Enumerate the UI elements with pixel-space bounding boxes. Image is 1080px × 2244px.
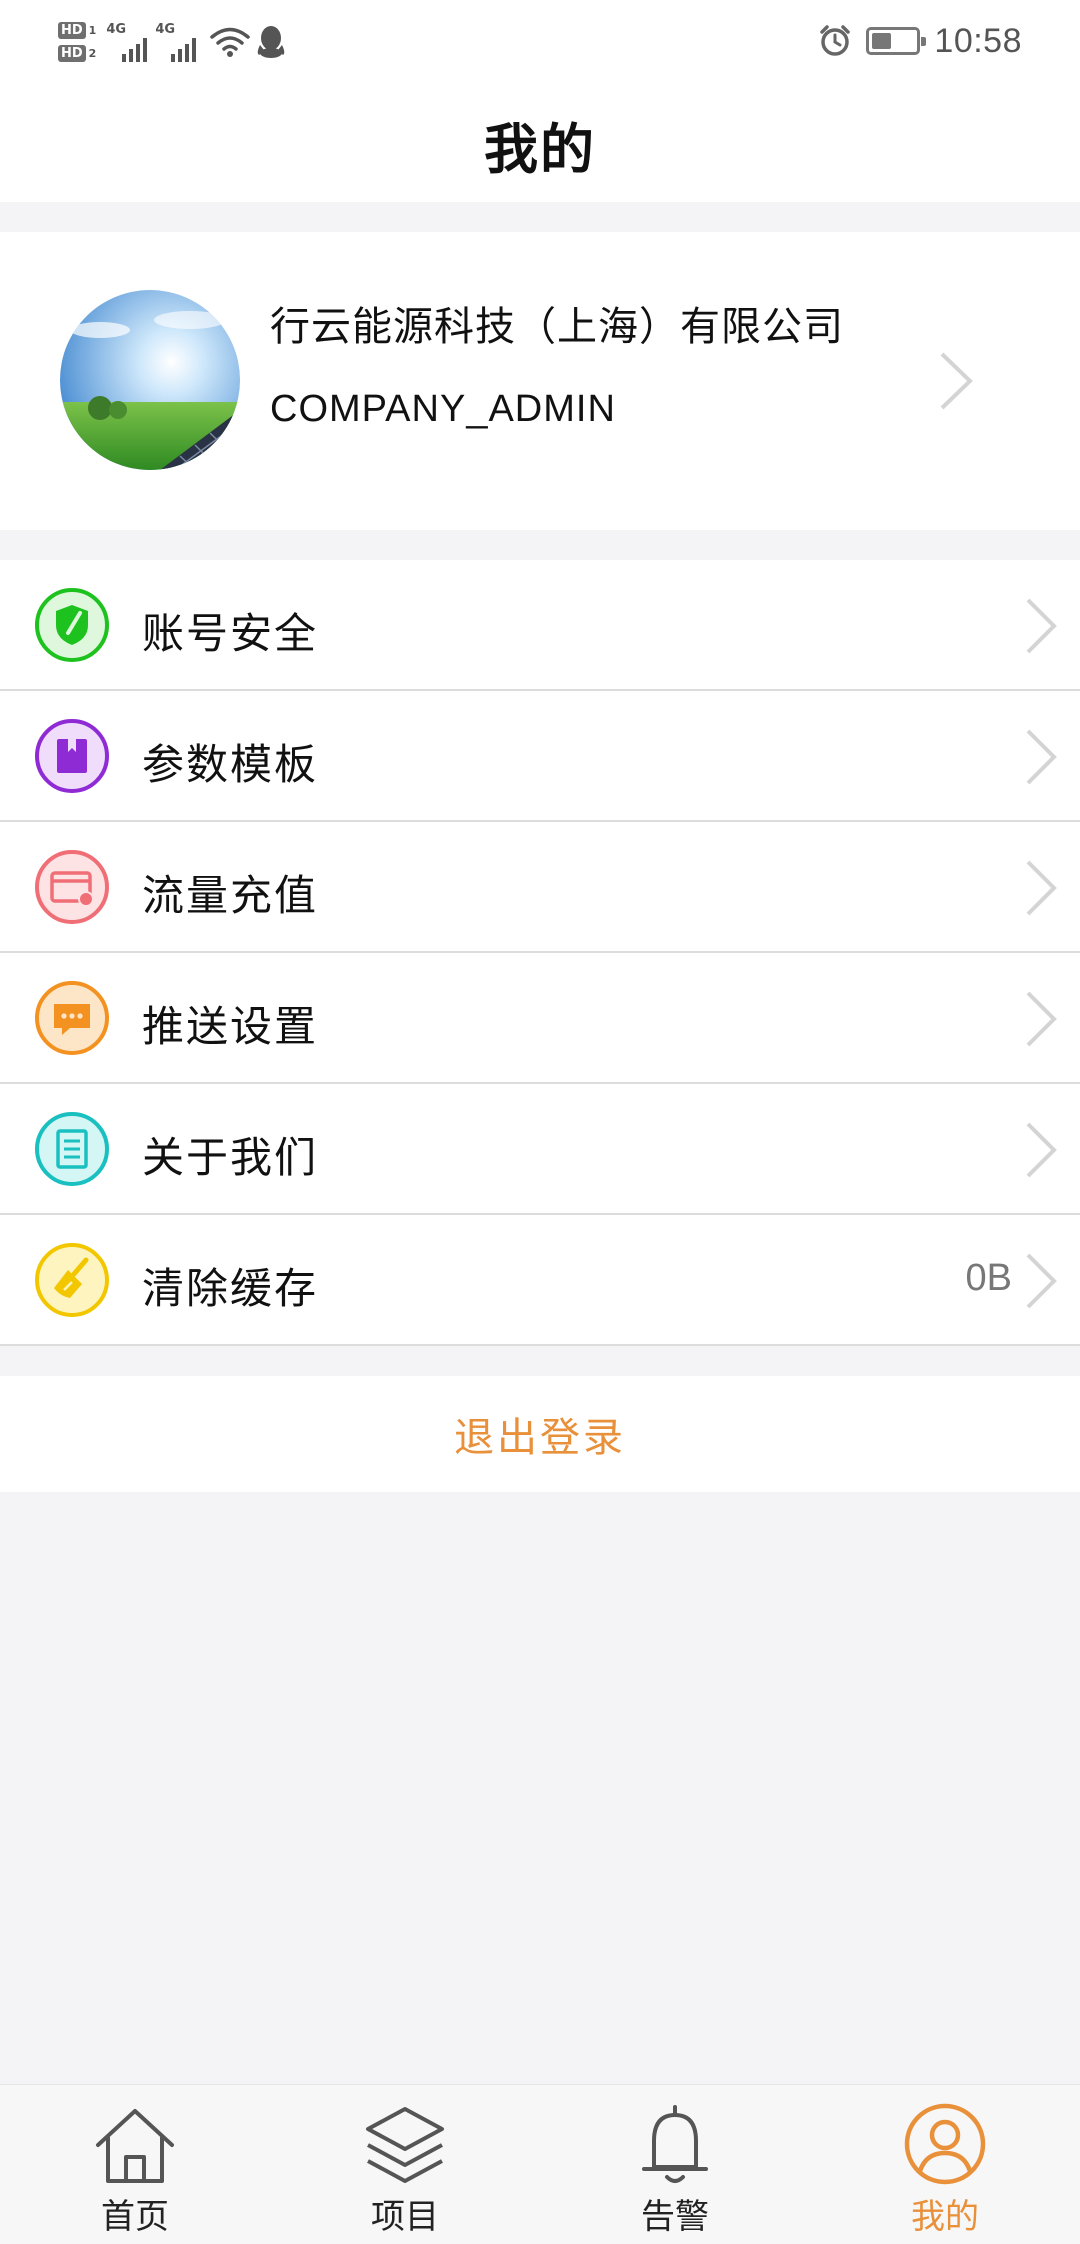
status-left: HD 1 HD 2 4G 4G <box>58 12 286 72</box>
status-bar: HD 1 HD 2 4G 4G 10:58 <box>0 0 1080 86</box>
menu-item-label: 流量充值 <box>142 871 319 920</box>
sim-slot: 1 <box>88 24 97 37</box>
page-title: 我的 <box>484 117 596 181</box>
menu-item-label: 清除缓存 <box>142 1264 319 1313</box>
bookmark-icon <box>35 719 109 793</box>
cache-size: 0B <box>965 1257 1012 1299</box>
role-label: COMPANY_ADMIN <box>270 388 616 430</box>
nav-label: 我的 <box>911 2197 979 2237</box>
battery-icon <box>866 27 927 55</box>
nav-item-projects[interactable]: 项目 <box>270 2085 540 2244</box>
menu-item-account-security[interactable]: 账号安全 <box>0 560 1080 691</box>
nav-item-alarms[interactable]: 告警 <box>540 2085 810 2244</box>
wifi-icon <box>210 26 251 58</box>
chat-icon <box>35 981 109 1055</box>
menu-item-data-recharge[interactable]: 流量充值 <box>0 822 1080 953</box>
bottom-nav: 首页 项目 告警 我的 <box>0 2084 1080 2244</box>
clock: 10:58 <box>934 21 1022 60</box>
alarm-icon <box>820 25 851 56</box>
status-right: 10:58 <box>818 16 1022 66</box>
user-icon <box>904 2103 986 2185</box>
card-icon <box>35 850 109 924</box>
hd-indicators: HD 1 HD 2 <box>58 22 96 62</box>
home-icon <box>96 2109 174 2183</box>
menu-item-label: 关于我们 <box>142 1133 319 1182</box>
chevron-right-icon <box>940 352 973 410</box>
nav-label: 项目 <box>371 2197 439 2237</box>
hd-label: HD <box>58 45 86 62</box>
chevron-right-icon <box>1026 1253 1057 1309</box>
chevron-right-icon <box>1026 991 1057 1047</box>
company-name: 行云能源科技（上海）有限公司 <box>270 304 844 350</box>
menu-list: 账号安全 参数模板 流量充值 推送设置 关于我们 清除缓存 0B <box>0 560 1080 1346</box>
sim-slot: 2 <box>88 47 97 60</box>
app-header: 我的 <box>0 86 1080 202</box>
network-type: 4G <box>155 22 176 37</box>
hd-badge-sim2: HD 2 <box>58 45 96 62</box>
chevron-right-icon <box>1026 1122 1057 1178</box>
menu-item-parameter-template[interactable]: 参数模板 <box>0 691 1080 822</box>
qq-icon <box>256 25 286 59</box>
broom-icon <box>35 1243 109 1317</box>
menu-item-clear-cache[interactable]: 清除缓存 0B <box>0 1215 1080 1346</box>
network-type: 4G <box>106 22 127 37</box>
hd-label: HD <box>58 22 86 39</box>
chevron-right-icon <box>1026 598 1057 654</box>
logout-label: 退出登录 <box>454 1415 626 1461</box>
logout-button[interactable]: 退出登录 <box>0 1376 1080 1492</box>
nav-label: 告警 <box>641 2197 709 2237</box>
nav-label: 首页 <box>101 2197 169 2237</box>
menu-item-label: 账号安全 <box>142 609 319 658</box>
nav-item-mine[interactable]: 我的 <box>810 2085 1080 2244</box>
hd-badge-sim1: HD 1 <box>58 22 96 39</box>
battery-level <box>872 33 892 49</box>
chevron-right-icon <box>1026 729 1057 785</box>
chevron-right-icon <box>1026 860 1057 916</box>
signal-icon: 4G <box>155 22 197 62</box>
menu-item-push-settings[interactable]: 推送设置 <box>0 953 1080 1084</box>
document-icon <box>35 1112 109 1186</box>
bell-icon <box>642 2105 708 2183</box>
profile-card[interactable]: 行云能源科技（上海）有限公司 COMPANY_ADMIN <box>0 232 1080 530</box>
avatar <box>60 290 240 470</box>
nav-item-home[interactable]: 首页 <box>0 2085 270 2244</box>
shield-icon <box>35 588 109 662</box>
layers-icon <box>366 2107 444 2183</box>
signal-icon: 4G <box>106 22 148 62</box>
menu-item-label: 推送设置 <box>142 1002 319 1051</box>
menu-item-label: 参数模板 <box>142 740 319 789</box>
menu-item-about-us[interactable]: 关于我们 <box>0 1084 1080 1215</box>
